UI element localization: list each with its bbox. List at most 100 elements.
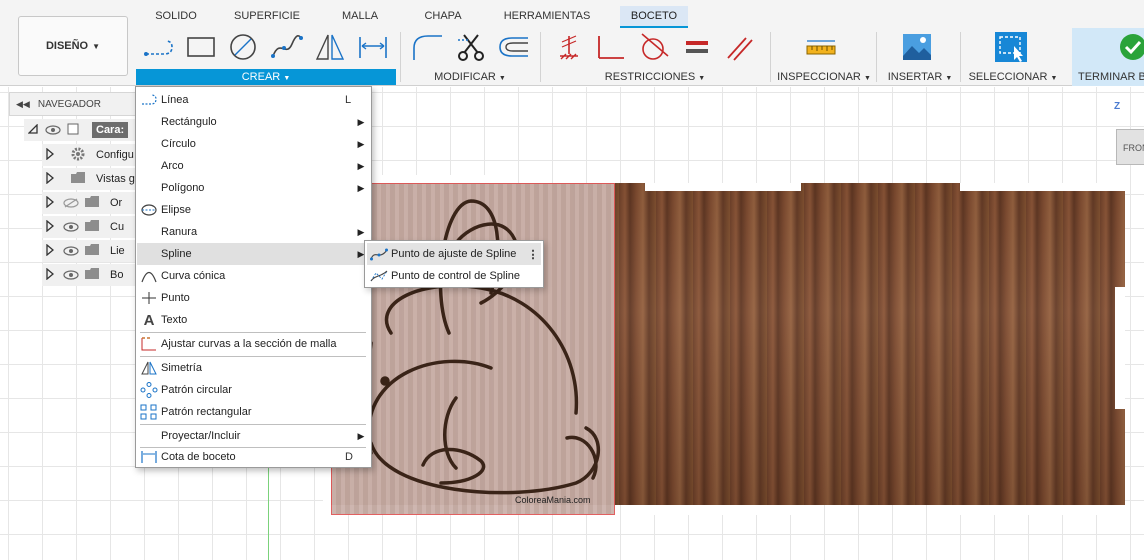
tab-boceto[interactable]: BOCETO — [620, 6, 688, 28]
coincident-constraint-button[interactable] — [552, 32, 586, 62]
inspect-group-label: INSPECCIONAR — [777, 71, 861, 83]
tree-row-root[interactable]: Cara: — [24, 119, 138, 141]
collapse-icon[interactable]: ◀◀ — [16, 99, 30, 110]
sketch-dimension-tool-button[interactable] — [356, 32, 390, 62]
create-dropdown-menu: Línea L Rectángulo ▶ Círculo ▶ Arco ▶ Po… — [135, 86, 372, 468]
folder-icon — [70, 171, 88, 187]
line-tool-button[interactable] — [142, 32, 176, 62]
tangent-constraint-button[interactable] — [636, 32, 670, 62]
more-options-icon[interactable]: ⋮ — [525, 248, 541, 261]
create-menu-button[interactable]: CREAR ▼ — [136, 69, 396, 85]
menu-item-spline[interactable]: Spline ▶ — [137, 243, 371, 265]
viewcube[interactable]: Z FRON — [1112, 101, 1144, 171]
mirror-icon — [315, 34, 345, 60]
menu-item-circular-pattern[interactable]: Patrón circular — [137, 379, 371, 401]
visibility-eye-icon[interactable] — [62, 246, 80, 256]
visibility-eye-icon[interactable] — [44, 125, 62, 135]
tangent-icon — [641, 33, 669, 60]
menu-item-text[interactable]: A Texto — [137, 309, 371, 331]
workspace-switcher-button[interactable]: DISEÑO ▼ — [18, 16, 128, 76]
menu-item-line[interactable]: Línea L — [137, 89, 371, 111]
caret-down-icon: ▼ — [945, 75, 953, 82]
text-icon: A — [143, 311, 155, 329]
circle-tool-button[interactable] — [226, 32, 260, 62]
submenu-arrow-icon: ▶ — [357, 116, 365, 127]
submenu-arrow-icon: ▶ — [357, 430, 365, 441]
menu-item-mirror[interactable]: Simetría — [137, 357, 371, 379]
caret-down-icon: ▼ — [698, 75, 706, 82]
browser-header[interactable]: ◀◀ NAVEGADOR — [9, 92, 137, 116]
tab-malla[interactable]: MALLA — [334, 6, 386, 28]
menu-item-label: Patrón rectangular — [161, 406, 252, 418]
tree-row-named-views[interactable]: Vistas g — [42, 168, 138, 190]
menu-item-arc[interactable]: Arco ▶ — [137, 155, 371, 177]
expand-triangle-icon[interactable] — [46, 219, 56, 235]
expand-triangle-icon[interactable] — [27, 122, 38, 137]
menu-item-ellipse[interactable]: Elipse — [137, 199, 371, 221]
tree-row-origin[interactable]: Or — [42, 192, 138, 214]
tab-herramientas[interactable]: HERRAMIENTAS — [496, 6, 598, 28]
offset-tool-button[interactable] — [496, 32, 530, 62]
menu-item-polygon[interactable]: Polígono ▶ — [137, 177, 371, 199]
mirror-tool-button[interactable] — [313, 32, 347, 62]
equal-constraint-button[interactable] — [680, 32, 714, 62]
insert-menu-button[interactable]: INSERTAR ▼ — [884, 69, 956, 85]
menu-item-label: Simetría — [161, 362, 202, 374]
tab-superficie[interactable]: SUPERFICIE — [228, 6, 306, 28]
insert-image-button[interactable] — [900, 32, 934, 62]
fit-curve-icon — [139, 333, 159, 355]
expand-triangle-icon[interactable] — [46, 195, 56, 211]
menu-item-rectangular-pattern[interactable]: Patrón rectangular — [137, 401, 371, 423]
trim-tool-button[interactable] — [454, 32, 488, 62]
submenu-arrow-icon: ▶ — [357, 226, 365, 237]
menu-item-label: Proyectar/Incluir — [161, 430, 241, 442]
expand-triangle-icon[interactable] — [46, 171, 56, 187]
expand-triangle-icon[interactable] — [46, 267, 56, 283]
parallel-icon — [727, 37, 753, 61]
rectangular-pattern-icon — [139, 401, 159, 423]
eye-hidden-icon[interactable] — [62, 198, 80, 208]
visibility-eye-icon[interactable] — [62, 270, 80, 280]
measure-tool-button[interactable] — [804, 32, 838, 62]
inspect-menu-button[interactable]: INSPECCIONAR ▼ — [776, 69, 872, 85]
tree-row-canvases[interactable]: Lie — [42, 240, 138, 262]
fit-point-spline-icon — [369, 247, 389, 261]
parallel-constraint-button[interactable] — [722, 32, 756, 62]
select-tool-button[interactable] — [994, 32, 1028, 62]
caret-down-icon: ▼ — [283, 75, 291, 82]
tree-row-settings[interactable]: Configu — [42, 144, 138, 166]
tree-label: Configu — [96, 149, 134, 161]
menu-item-point[interactable]: Punto — [137, 287, 371, 309]
expand-triangle-icon[interactable] — [46, 243, 56, 259]
fillet-tool-button[interactable] — [410, 32, 444, 62]
viewcube-front-face[interactable]: FRON — [1116, 129, 1144, 165]
select-group-label: SELECCIONAR — [968, 71, 1048, 83]
menu-item-rectangle[interactable]: Rectángulo ▶ — [137, 111, 371, 133]
perpendicular-constraint-button[interactable] — [594, 32, 628, 62]
image-icon — [903, 34, 931, 60]
folder-icon — [84, 267, 102, 283]
menu-item-slot[interactable]: Ranura ▶ — [137, 221, 371, 243]
tab-chapa[interactable]: CHAPA — [418, 6, 468, 28]
expand-triangle-icon[interactable] — [46, 147, 56, 163]
menu-item-fit-curves-mesh[interactable]: Ajustar curvas a la sección de malla — [137, 333, 371, 355]
constraints-menu-button[interactable]: RESTRICCIONES ▼ — [590, 69, 720, 85]
tree-row-bodies[interactable]: Cu — [42, 216, 138, 238]
menu-item-sketch-dimension[interactable]: Cota de boceto D — [137, 446, 371, 468]
modify-menu-button[interactable]: MODIFICAR ▼ — [420, 69, 520, 85]
menu-item-project-include[interactable]: Proyectar/Incluir ▶ — [137, 425, 371, 447]
menu-item-circle[interactable]: Círculo ▶ — [137, 133, 371, 155]
tab-solido[interactable]: SOLIDO — [148, 6, 204, 28]
toolbar: SOLIDO SUPERFICIE MALLA CHAPA HERRAMIENT… — [0, 0, 1144, 86]
visibility-eye-icon[interactable] — [62, 222, 80, 232]
submenu-item-control-point-spline[interactable]: Punto de control de Spline — [367, 265, 541, 287]
y-axis-line — [268, 467, 269, 560]
menu-item-conic-curve[interactable]: Curva cónica — [137, 265, 371, 287]
dimension-icon — [359, 37, 387, 58]
spline-tool-button[interactable] — [270, 32, 304, 62]
tree-row-sketches[interactable]: Bo — [42, 264, 138, 286]
menu-item-label: Spline — [161, 248, 192, 260]
select-menu-button[interactable]: SELECCIONAR ▼ — [968, 69, 1058, 85]
submenu-item-fit-point-spline[interactable]: Punto de ajuste de Spline ⋮ — [367, 243, 541, 265]
rectangle-tool-button[interactable] — [184, 32, 218, 62]
